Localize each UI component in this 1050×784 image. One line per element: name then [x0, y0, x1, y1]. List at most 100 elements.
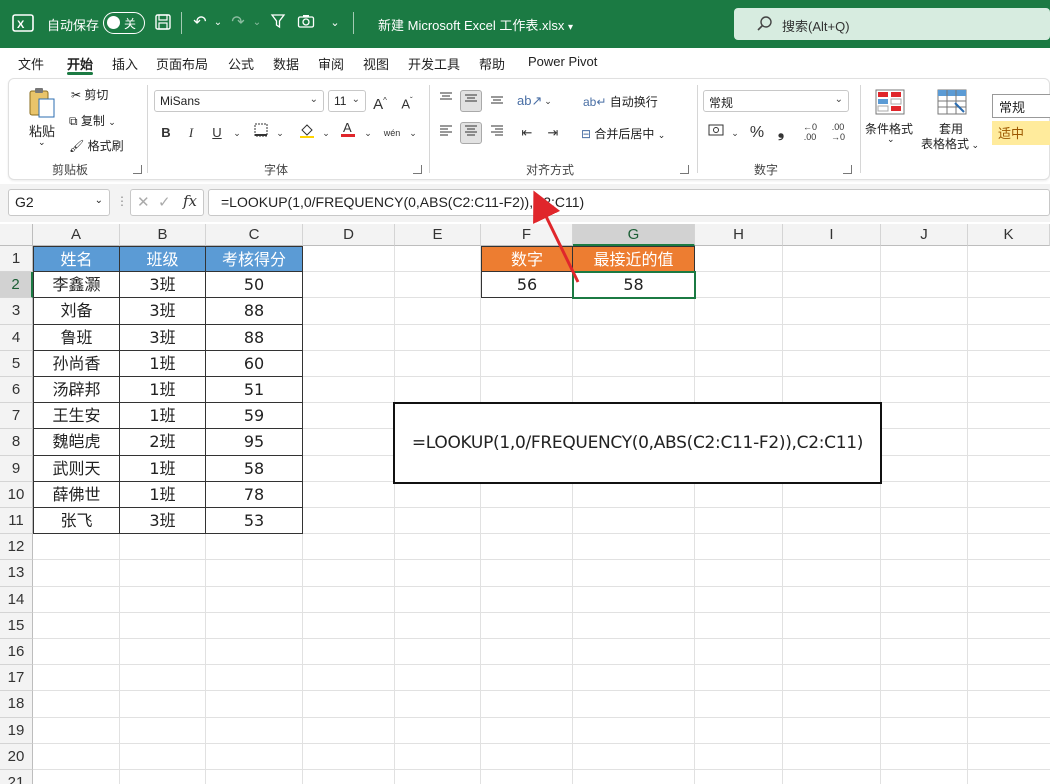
table-cell[interactable]: 50: [206, 272, 303, 299]
decrease-font-icon[interactable]: Aˇ: [396, 90, 418, 112]
row-header-7[interactable]: 7: [0, 403, 33, 430]
font-launcher-icon[interactable]: [413, 165, 422, 174]
chevron-down-icon[interactable]: ⌄: [537, 90, 559, 112]
chevron-down-icon[interactable]: ⌄: [38, 137, 46, 148]
row-header-19[interactable]: 19: [0, 717, 33, 744]
column-header-k[interactable]: K: [968, 224, 1050, 246]
table-cell[interactable]: 1班: [120, 455, 206, 482]
row-header-1[interactable]: 1: [0, 246, 33, 273]
more-options-icon[interactable]: ⋮: [116, 194, 128, 208]
formula-input[interactable]: =LOOKUP(1,0/FREQUENCY(0,ABS(C2:C11-F2)),…: [208, 189, 1050, 216]
table-cell[interactable]: 1班: [120, 350, 206, 377]
format-as-table-icon[interactable]: [937, 89, 967, 115]
save-icon[interactable]: [153, 13, 173, 33]
increase-font-icon[interactable]: A^: [369, 90, 391, 113]
row-header-12[interactable]: 12: [0, 534, 33, 561]
row-header-15[interactable]: 15: [0, 612, 33, 639]
table-cell[interactable]: 3班: [120, 298, 206, 325]
font-color-icon[interactable]: A: [337, 120, 359, 142]
copy-button[interactable]: ⧉ 复制 ⌄: [69, 112, 116, 129]
align-center-icon[interactable]: [460, 122, 482, 144]
chevron-down-icon[interactable]: ⌄: [208, 13, 228, 33]
chevron-down-icon[interactable]: ⌄: [315, 122, 337, 144]
format-as-table-button[interactable]: 表格格式 ⌄: [921, 135, 979, 152]
table-header-cell[interactable]: 姓名: [33, 246, 120, 273]
filter-icon[interactable]: [268, 13, 288, 33]
tab-page-layout[interactable]: 页面布局: [156, 54, 208, 73]
table-cell[interactable]: 95: [206, 429, 303, 456]
chevron-down-icon[interactable]: ⌄: [887, 134, 895, 145]
chevron-down-icon[interactable]: ⌄: [247, 13, 267, 33]
row-header-10[interactable]: 10: [0, 481, 33, 508]
column-header-e[interactable]: E: [395, 224, 481, 246]
table-cell[interactable]: 1班: [120, 481, 206, 508]
column-header-j[interactable]: J: [881, 224, 968, 246]
wrap-text-button[interactable]: ab↵ 自动换行: [583, 93, 658, 110]
table-header-cell[interactable]: 班级: [120, 246, 206, 273]
table-cell[interactable]: 魏皑虎: [33, 429, 120, 456]
align-right-icon[interactable]: [486, 122, 508, 144]
row-header-18[interactable]: 18: [0, 691, 33, 718]
clipboard-launcher-icon[interactable]: [133, 165, 142, 174]
font-size-select[interactable]: 11 ⌄: [328, 90, 366, 112]
bold-button[interactable]: B: [155, 122, 177, 144]
merge-center-button[interactable]: ⊟ 合并后居中 ⌄: [581, 125, 665, 142]
table-cell[interactable]: 李鑫灏: [33, 272, 120, 299]
camera-icon[interactable]: [296, 13, 316, 33]
tab-review[interactable]: 审阅: [318, 54, 344, 73]
customize-toolbar-icon[interactable]: ⌄: [325, 13, 345, 33]
phonetic-icon[interactable]: wén: [381, 122, 403, 144]
tab-developer[interactable]: 开发工具: [408, 54, 460, 73]
alignment-launcher-icon[interactable]: [680, 165, 689, 174]
row-header-9[interactable]: 9: [0, 455, 33, 482]
table-cell[interactable]: 60: [206, 350, 303, 377]
column-header-d[interactable]: D: [303, 224, 395, 246]
table-cell[interactable]: 武则天: [33, 455, 120, 482]
percent-icon[interactable]: %: [746, 122, 768, 144]
table-cell[interactable]: 王生安: [33, 403, 120, 430]
tab-help[interactable]: 帮助: [479, 54, 505, 73]
underline-button[interactable]: U: [206, 122, 228, 144]
tab-formulas[interactable]: 公式: [228, 54, 254, 73]
chevron-down-icon[interactable]: ⌄: [357, 122, 379, 144]
number-format-select[interactable]: 常规 ⌄: [703, 90, 849, 112]
document-title[interactable]: 新建 Microsoft Excel 工作表.xlsx ▾: [378, 15, 573, 34]
table-cell[interactable]: 59: [206, 403, 303, 430]
table-cell[interactable]: 薛佛世: [33, 481, 120, 508]
table-cell[interactable]: 53: [206, 508, 303, 535]
lookup-header-cell[interactable]: 最接近的值: [573, 246, 695, 273]
chevron-down-icon[interactable]: ⌄: [226, 122, 248, 144]
select-all-corner[interactable]: [0, 224, 33, 246]
row-header-8[interactable]: 8: [0, 429, 33, 456]
table-cell[interactable]: 78: [206, 481, 303, 508]
formula-text-box[interactable]: =LOOKUP(1,0/FREQUENCY(0,ABS(C2:C11-F2)),…: [393, 402, 882, 484]
format-painter-button[interactable]: 🖌 格式刷: [69, 137, 124, 154]
insert-function-icon[interactable]: fx: [183, 192, 197, 210]
row-header-17[interactable]: 17: [0, 665, 33, 692]
column-header-h[interactable]: H: [695, 224, 783, 246]
table-cell[interactable]: 3班: [120, 508, 206, 535]
table-cell[interactable]: 88: [206, 298, 303, 325]
comma-style-icon[interactable]: ❟: [770, 122, 792, 144]
table-cell[interactable]: 汤辟邦: [33, 377, 120, 404]
row-header-3[interactable]: 3: [0, 298, 33, 325]
row-header-13[interactable]: 13: [0, 560, 33, 587]
tab-insert[interactable]: 插入: [112, 54, 138, 73]
confirm-icon[interactable]: ✓: [158, 193, 171, 211]
tab-data[interactable]: 数据: [273, 54, 299, 73]
increase-indent-icon[interactable]: ⇥: [542, 122, 564, 144]
tab-file[interactable]: 文件: [18, 54, 44, 73]
autosave-toggle[interactable]: 关: [103, 12, 145, 34]
number-launcher-icon[interactable]: [843, 165, 852, 174]
align-top-icon[interactable]: [435, 90, 457, 112]
style-normal[interactable]: 常规: [992, 94, 1050, 118]
row-header-4[interactable]: 4: [0, 324, 33, 351]
decrease-decimal-icon[interactable]: .00 →0: [827, 122, 849, 144]
column-header-c[interactable]: C: [206, 224, 303, 246]
column-header-a[interactable]: A: [33, 224, 120, 246]
table-cell[interactable]: 51: [206, 377, 303, 404]
cancel-icon[interactable]: ✕: [137, 193, 150, 211]
column-header-f[interactable]: F: [481, 224, 573, 246]
align-bottom-icon[interactable]: [486, 90, 508, 112]
conditional-format-icon[interactable]: [875, 89, 905, 115]
